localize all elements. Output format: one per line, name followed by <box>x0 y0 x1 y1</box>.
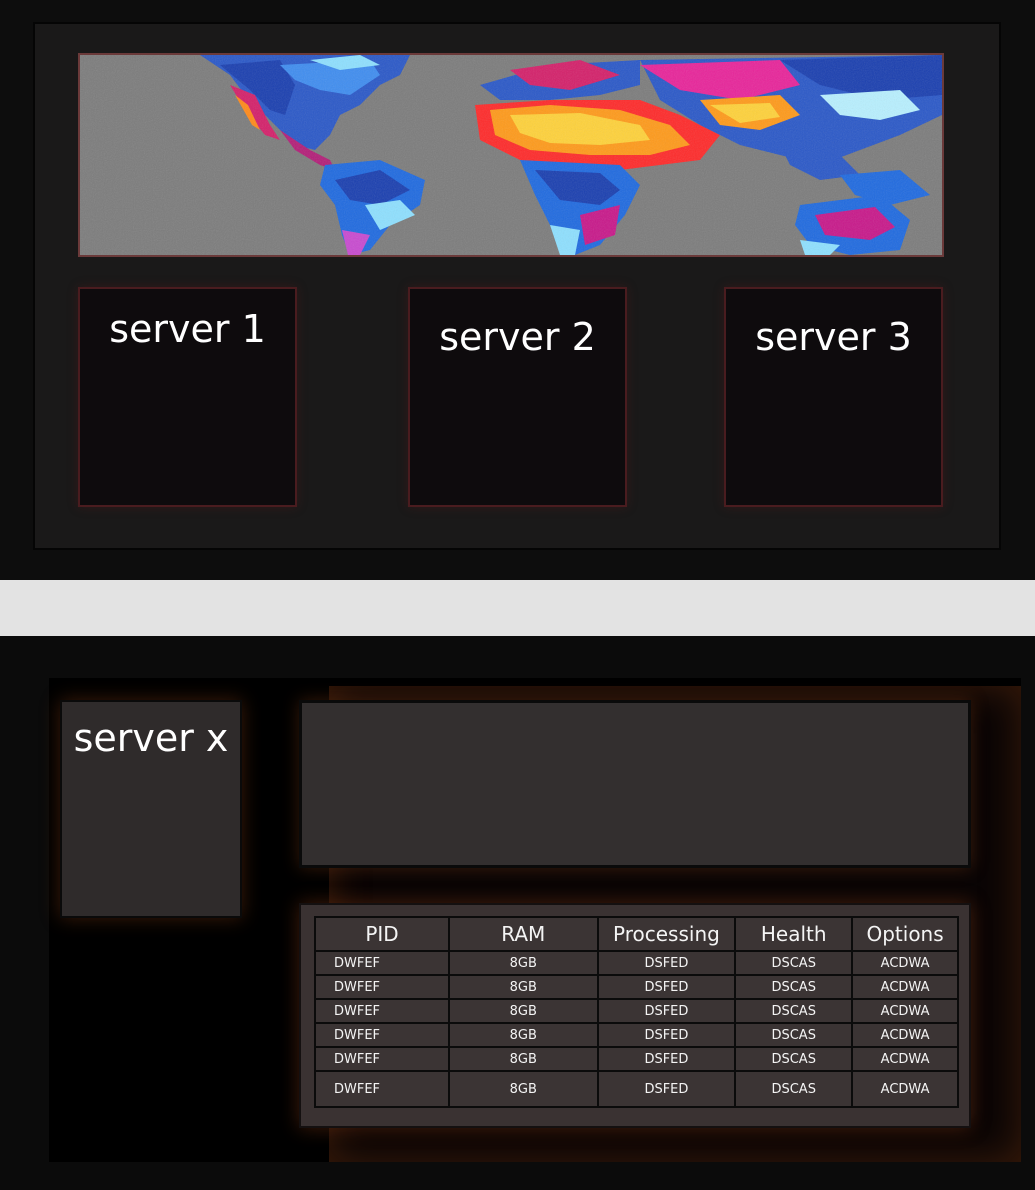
cell-processing: DSFED <box>596 974 737 1000</box>
column-header-health[interactable]: Health <box>734 916 854 952</box>
cell-pid: DWFEF <box>313 950 451 976</box>
cell-options[interactable]: ACDWA <box>851 998 959 1024</box>
cell-pid: DWFEF <box>313 1070 451 1108</box>
cell-processing: DSFED <box>596 998 737 1024</box>
cell-processing: DSFED <box>596 950 737 976</box>
cell-ram: 8GB <box>448 974 599 1000</box>
cell-ram: 8GB <box>448 1070 599 1108</box>
table-row[interactable]: DWFEF 8GB DSFED DSCAS ACDWA <box>313 1070 959 1108</box>
process-table-panel: PID RAM Processing Health Options DWFEF … <box>299 903 971 1128</box>
cell-health: DSCAS <box>734 1046 854 1072</box>
cell-ram: 8GB <box>448 1022 599 1048</box>
cell-ram: 8GB <box>448 998 599 1024</box>
table-row[interactable]: DWFEF 8GB DSFED DSCAS ACDWA <box>313 998 959 1024</box>
world-heatmap-image <box>78 53 944 257</box>
server-card-label: server 2 <box>439 315 596 359</box>
cell-health: DSCAS <box>734 950 854 976</box>
server-card-2[interactable]: server 2 <box>408 287 627 507</box>
cell-processing: DSFED <box>596 1022 737 1048</box>
server-card-label: server 1 <box>109 307 266 351</box>
server-detail-panel <box>299 700 971 868</box>
cell-processing: DSFED <box>596 1046 737 1072</box>
server-card-1[interactable]: server 1 <box>78 287 297 507</box>
cell-pid: DWFEF <box>313 974 451 1000</box>
table-row[interactable]: DWFEF 8GB DSFED DSCAS ACDWA <box>313 1022 959 1048</box>
column-header-ram[interactable]: RAM <box>448 916 599 952</box>
column-header-options[interactable]: Options <box>851 916 959 952</box>
column-header-pid[interactable]: PID <box>313 916 451 952</box>
process-table: PID RAM Processing Health Options DWFEF … <box>313 916 959 1108</box>
cell-options[interactable]: ACDWA <box>851 1070 959 1108</box>
cell-ram: 8GB <box>448 1046 599 1072</box>
table-row[interactable]: DWFEF 8GB DSFED DSCAS ACDWA <box>313 950 959 976</box>
cell-options[interactable]: ACDWA <box>851 950 959 976</box>
cell-pid: DWFEF <box>313 1046 451 1072</box>
column-header-processing[interactable]: Processing <box>596 916 737 952</box>
overview-screen: server 1 server 2 server 3 <box>0 0 1035 580</box>
cell-options[interactable]: ACDWA <box>851 1046 959 1072</box>
cell-health: DSCAS <box>734 1070 854 1108</box>
selected-server-card[interactable]: server x <box>60 700 242 918</box>
cell-health: DSCAS <box>734 1022 854 1048</box>
cell-options[interactable]: ACDWA <box>851 974 959 1000</box>
cell-ram: 8GB <box>448 950 599 976</box>
cell-health: DSCAS <box>734 998 854 1024</box>
cell-health: DSCAS <box>734 974 854 1000</box>
server-card-label: server 3 <box>755 315 912 359</box>
server-card-3[interactable]: server 3 <box>724 287 943 507</box>
table-row[interactable]: DWFEF 8GB DSFED DSCAS ACDWA <box>313 974 959 1000</box>
cell-pid: DWFEF <box>313 998 451 1024</box>
cell-processing: DSFED <box>596 1070 737 1108</box>
selected-server-label: server x <box>73 716 229 760</box>
table-header-row: PID RAM Processing Health Options <box>313 916 959 952</box>
cell-pid: DWFEF <box>313 1022 451 1048</box>
cell-options[interactable]: ACDWA <box>851 1022 959 1048</box>
table-row[interactable]: DWFEF 8GB DSFED DSCAS ACDWA <box>313 1046 959 1072</box>
